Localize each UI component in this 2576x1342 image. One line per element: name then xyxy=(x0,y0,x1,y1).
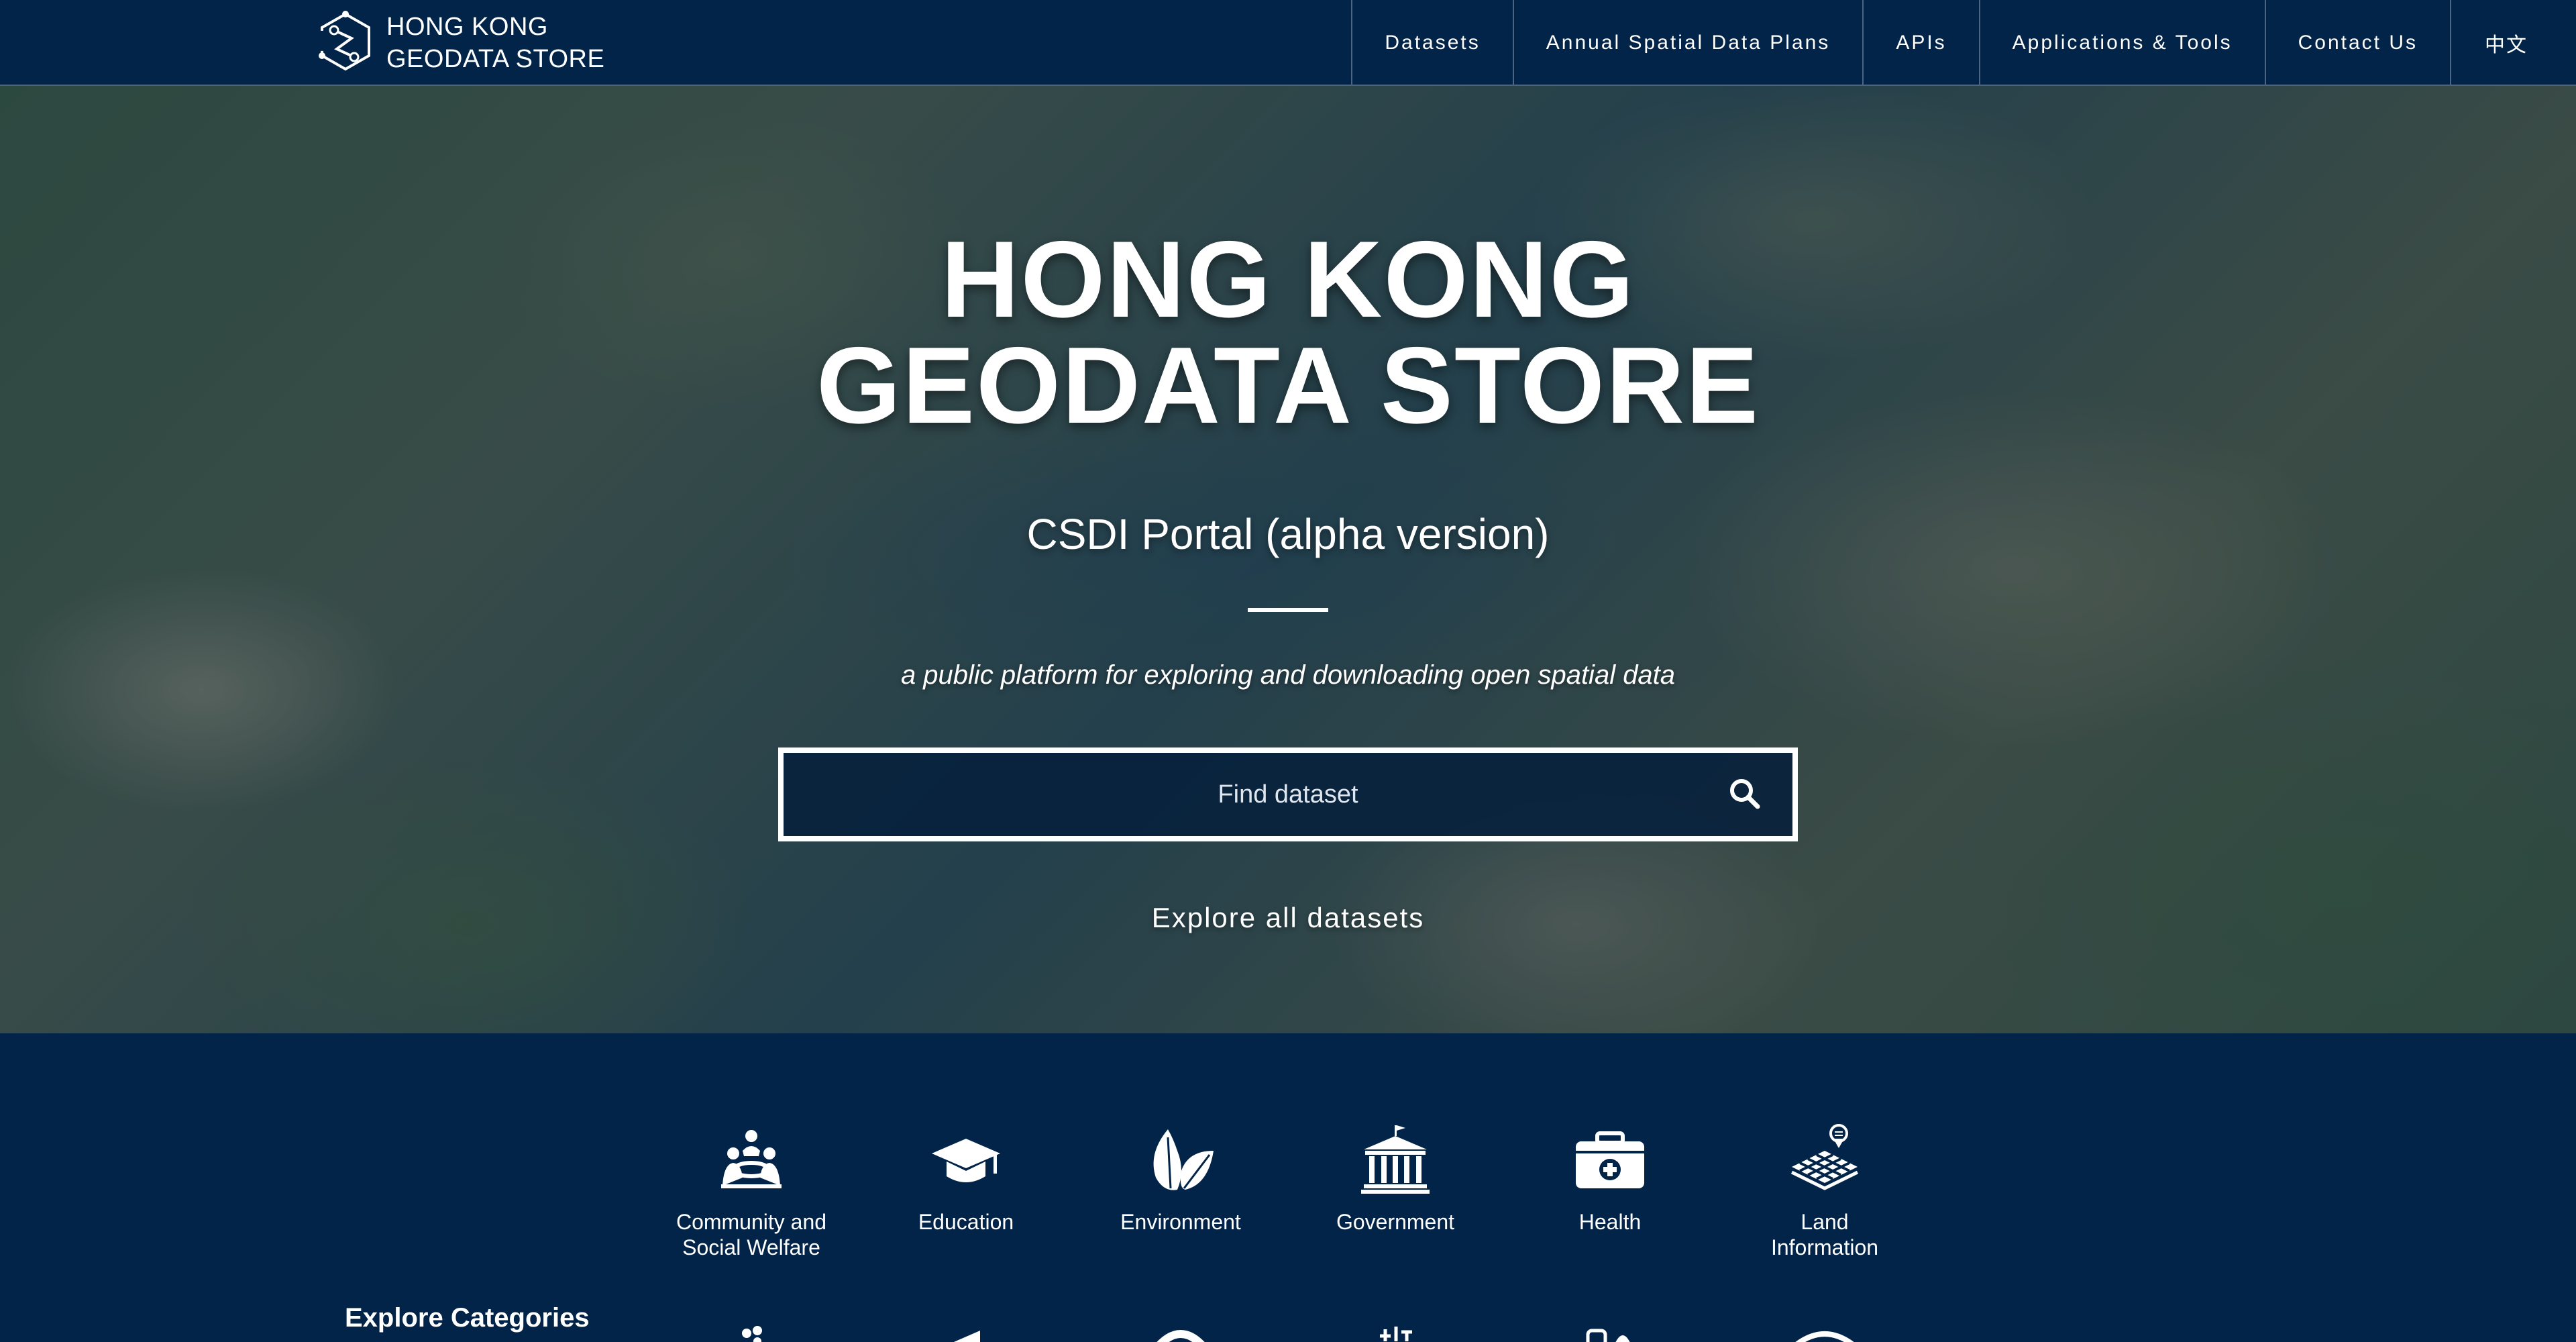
hero-divider xyxy=(1248,608,1328,612)
category-partial-3[interactable] xyxy=(1073,1321,1288,1342)
brand-logo-link[interactable]: HONG KONG GEODATA STORE xyxy=(317,10,604,76)
category-education[interactable]: Education xyxy=(859,1121,1073,1260)
hero-banner: HONG KONG GEODATA STORE CSDI Portal (alp… xyxy=(0,86,2576,1033)
leaf-icon xyxy=(1140,1121,1221,1201)
category-partial-5[interactable] xyxy=(1503,1321,1717,1342)
hexagon-logo-icon xyxy=(317,10,374,76)
circuit-icon xyxy=(1355,1321,1436,1342)
molecule-icon xyxy=(711,1321,792,1342)
land-grid-icon xyxy=(1784,1121,1865,1201)
category-label: Education xyxy=(918,1210,1014,1234)
dataset-search-box xyxy=(778,747,1798,841)
search-icon xyxy=(1728,777,1760,813)
category-partial-4[interactable] xyxy=(1288,1321,1503,1342)
category-label: Health xyxy=(1578,1210,1642,1234)
hero-title-line-1: HONG KONG xyxy=(941,219,1635,340)
government-building-icon xyxy=(1355,1121,1436,1201)
hero-subtitle: CSDI Portal (alpha version) xyxy=(1026,510,1550,558)
medical-kit-icon xyxy=(1570,1121,1650,1201)
brand-line-2: GEODATA STORE xyxy=(386,45,605,73)
brand-line-1: HONG KONG xyxy=(386,13,548,41)
explore-all-datasets-link[interactable]: Explore all datasets xyxy=(0,902,2576,934)
brand-name: HONG KONG GEODATA STORE xyxy=(386,11,604,75)
category-partial-6[interactable] xyxy=(1717,1321,1932,1342)
category-community[interactable]: Community and Social Welfare xyxy=(644,1121,859,1260)
language-toggle[interactable]: 中文 xyxy=(2450,0,2561,86)
community-icon xyxy=(711,1121,792,1201)
category-health[interactable]: Health xyxy=(1503,1121,1717,1260)
globe-icon xyxy=(1140,1321,1221,1342)
hero-title: HONG KONG GEODATA STORE xyxy=(0,219,2576,446)
nav-menu: Datasets Annual Spatial Data Plans APIs … xyxy=(1351,0,2561,86)
top-navigation: HONG KONG GEODATA STORE Datasets Annual … xyxy=(0,0,2576,86)
category-label: Community and Social Welfare xyxy=(676,1210,827,1259)
hero-title-line-2: GEODATA STORE xyxy=(816,325,1760,446)
category-land-information[interactable]: Land Information xyxy=(1717,1121,1932,1260)
category-government[interactable]: Government xyxy=(1288,1121,1503,1260)
category-label: Government xyxy=(1336,1210,1455,1234)
category-partial-2[interactable] xyxy=(859,1321,1073,1342)
graduation-cap-icon xyxy=(926,1121,1006,1201)
category-list-row-2 xyxy=(644,1321,1932,1342)
category-label: Environment xyxy=(1120,1210,1241,1234)
search-input[interactable] xyxy=(784,753,1792,836)
hero-tagline: a public platform for exploring and down… xyxy=(900,660,1676,690)
layers-icon xyxy=(1784,1321,1865,1342)
category-environment[interactable]: Environment xyxy=(1073,1121,1288,1260)
explore-categories-heading: Explore Categories xyxy=(345,1303,590,1333)
nav-apis[interactable]: APIs xyxy=(1862,0,1978,86)
category-list: Community and Social Welfare Education E… xyxy=(644,1121,1932,1260)
category-label: Land Information xyxy=(1770,1210,1879,1259)
map-fold-icon xyxy=(926,1321,1006,1342)
category-partial-1[interactable] xyxy=(644,1321,859,1342)
transport-icon xyxy=(1570,1321,1650,1342)
nav-datasets[interactable]: Datasets xyxy=(1351,0,1512,86)
nav-annual-spatial-data-plans[interactable]: Annual Spatial Data Plans xyxy=(1512,0,1863,86)
nav-contact-us[interactable]: Contact Us xyxy=(2264,0,2450,86)
categories-section: Community and Social Welfare Education E… xyxy=(0,1033,2576,1342)
search-button[interactable] xyxy=(1723,773,1766,816)
nav-applications-tools[interactable]: Applications & Tools xyxy=(1978,0,2265,86)
